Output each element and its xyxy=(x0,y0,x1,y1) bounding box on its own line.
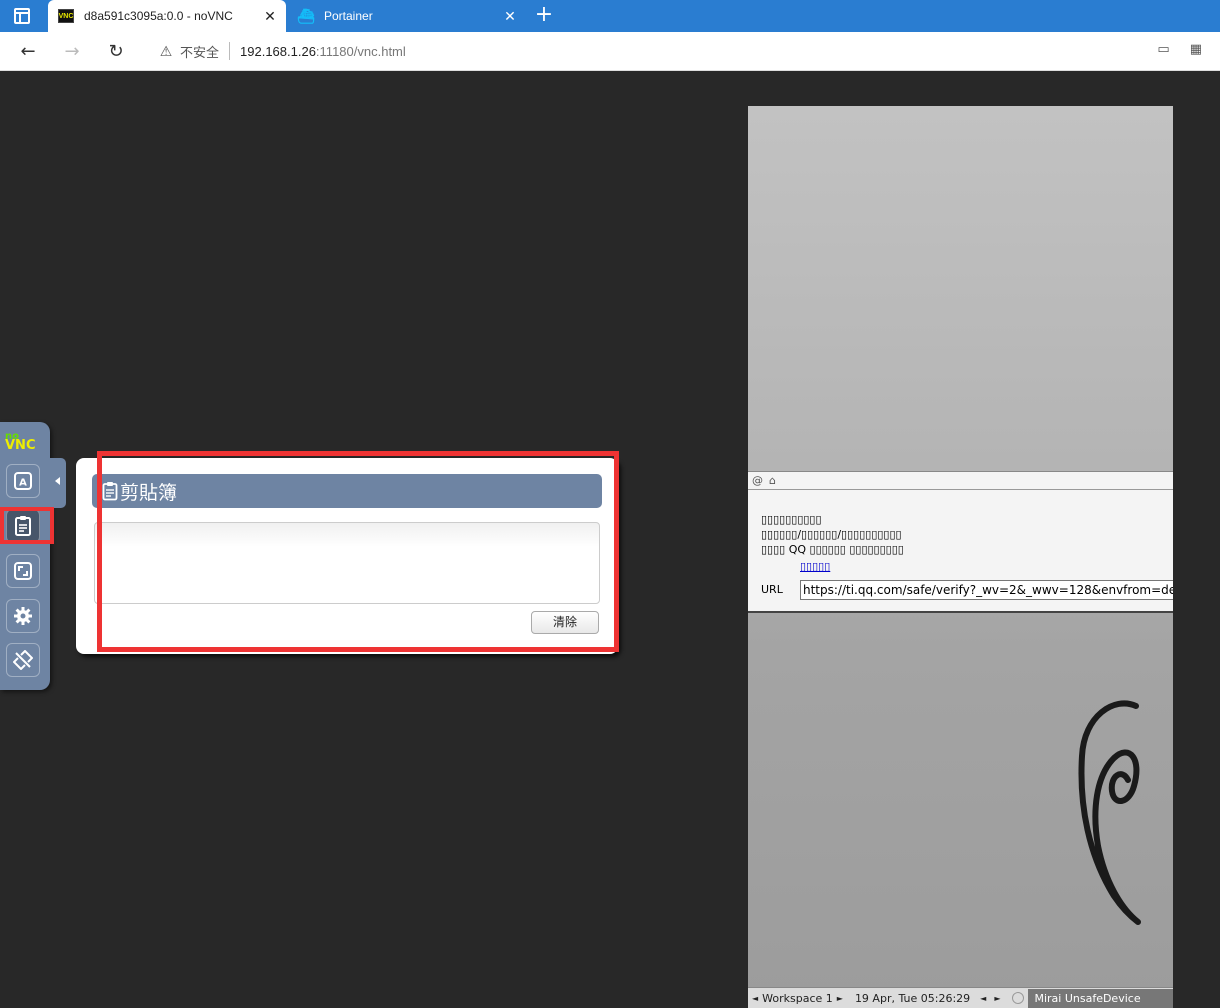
novnc-logo: no VNC xyxy=(5,431,36,453)
debian-swirl-icon: @ xyxy=(752,474,763,487)
tray-icon xyxy=(1012,992,1025,1004)
url-label: URL xyxy=(761,583,783,596)
url-host: 192.168.1.26 xyxy=(240,43,316,59)
remote-dialog: @ ⌂ ▯▯▯▯▯▯▯▯▯▯ ▯▯▯▯▯▯/▯▯▯▯▯▯/▯▯▯▯▯▯▯▯▯▯ … xyxy=(748,471,1173,613)
taskbar-window-title[interactable]: Mirai UnsafeDevice xyxy=(1028,988,1173,1008)
clock: 19 Apr, Tue 05:26:29 xyxy=(854,991,971,1005)
portainer-favicon-icon: ⛴ xyxy=(297,7,315,24)
collapse-arrow-icon xyxy=(55,477,60,485)
close-icon[interactable]: ✕ xyxy=(500,8,520,25)
tab-portainer[interactable]: ⛴ Portainer ✕ xyxy=(288,0,526,32)
next-window-icon[interactable]: ► xyxy=(994,994,1000,1003)
workspace-label[interactable]: Workspace 1 xyxy=(762,992,833,1005)
highlight-box-clipboard-button xyxy=(0,507,54,544)
cast-icon[interactable]: ▭ xyxy=(1157,42,1169,57)
tab-novnc[interactable]: VNC d8a591c3095a:0.0 - noVNC ✕ xyxy=(48,0,286,32)
fullscreen-icon xyxy=(14,562,32,580)
window-icon: ⌂ xyxy=(769,474,776,487)
keyboard-a-icon: A xyxy=(14,472,32,490)
svg-text:A: A xyxy=(19,478,27,489)
highlight-box-clipboard-panel xyxy=(97,451,619,652)
prev-workspace-icon[interactable]: ◄ xyxy=(752,994,758,1003)
browser-tab-strip: VNC d8a591c3095a:0.0 - noVNC ✕ ⛴ Portain… xyxy=(0,0,1220,32)
divider xyxy=(229,42,231,60)
disconnect-icon xyxy=(13,650,33,670)
remote-dialog-link[interactable]: ▯▯▯▯▯ xyxy=(800,560,830,573)
toolbar-icons: ▭ ▦ xyxy=(1157,42,1202,57)
control-bar-handle[interactable] xyxy=(50,458,66,508)
fullscreen-button[interactable] xyxy=(6,554,40,588)
disconnect-button[interactable] xyxy=(6,643,40,677)
debian-logo-icon xyxy=(1078,700,1141,925)
novnc-control-bar: no VNC A xyxy=(0,422,50,690)
remote-dialog-text: ▯▯▯▯▯▯▯▯▯▯ ▯▯▯▯▯▯/▯▯▯▯▯▯/▯▯▯▯▯▯▯▯▯▯ ▯▯▯▯… xyxy=(761,513,904,556)
close-icon[interactable]: ✕ xyxy=(260,8,280,25)
next-workspace-icon[interactable]: ► xyxy=(837,994,843,1003)
tab-title: Portainer xyxy=(324,9,373,23)
security-label[interactable]: 不安全 xyxy=(180,42,219,61)
back-button[interactable]: ← xyxy=(14,38,42,66)
url-path: :11180/vnc.html xyxy=(315,43,406,59)
gear-icon xyxy=(14,607,32,625)
tab-title: d8a591c3095a:0.0 - noVNC xyxy=(84,9,233,23)
reload-button[interactable]: ↻ xyxy=(102,38,130,66)
remote-url-input[interactable]: https://ti.qq.com/safe/verify?_wv=2&_wwv… xyxy=(800,580,1173,600)
settings-button[interactable] xyxy=(6,599,40,633)
remote-dialog-titlebar: @ ⌂ xyxy=(748,472,1173,490)
tab-actions-icon[interactable] xyxy=(14,8,30,24)
remote-taskbar: ◄ Workspace 1 ► 19 Apr, Tue 05:26:29 ◄ ►… xyxy=(748,987,1173,1008)
address-bar: ← → ↻ ⚠ 不安全 192.168.1.26:11180/vnc.html … xyxy=(0,32,1220,71)
vnc-favicon-icon: VNC xyxy=(58,9,74,23)
app-icon[interactable]: ▦ xyxy=(1190,42,1202,57)
extra-keys-button[interactable]: A xyxy=(6,464,40,498)
forward-button[interactable]: → xyxy=(58,38,86,66)
vnc-remote-screen[interactable]: @ ⌂ ▯▯▯▯▯▯▯▯▯▯ ▯▯▯▯▯▯/▯▯▯▯▯▯/▯▯▯▯▯▯▯▯▯▯ … xyxy=(748,106,1173,1008)
url-field[interactable]: ⚠ 不安全 192.168.1.26:11180/vnc.html xyxy=(146,36,1206,66)
warning-icon: ⚠ xyxy=(159,42,173,59)
prev-window-icon[interactable]: ◄ xyxy=(980,994,986,1003)
new-tab-button[interactable]: + xyxy=(534,4,554,28)
